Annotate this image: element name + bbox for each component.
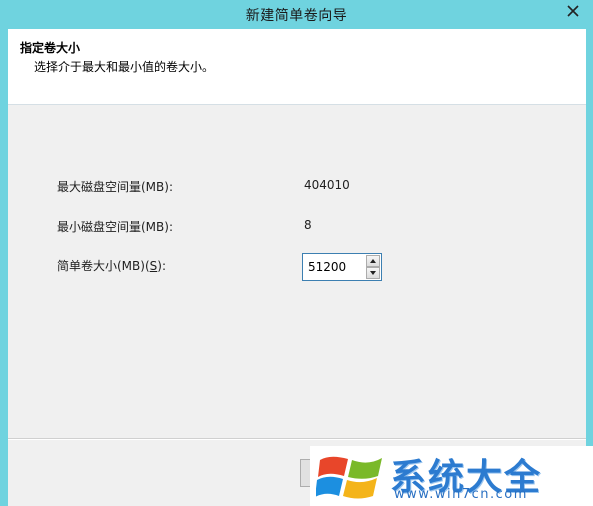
min-size-value: 8 — [304, 218, 312, 232]
windows-flag-icon — [316, 456, 382, 499]
spin-up-icon — [370, 259, 376, 263]
wizard-window: 新建简单卷向导 指定卷大小 选择介于最大和最小值的卷大小。 最大磁盘空间量(MB… — [0, 0, 593, 506]
window-title: 新建简单卷向导 — [245, 8, 348, 24]
volume-size-stepper[interactable] — [302, 253, 382, 281]
max-size-label: 最大磁盘空间量(MB): — [57, 180, 173, 194]
page-subtitle: 选择介于最大和最小值的卷大小。 — [34, 60, 215, 74]
volume-size-input[interactable] — [303, 254, 365, 280]
spin-down-icon — [370, 271, 376, 275]
wizard-client-area: 指定卷大小 选择介于最大和最小值的卷大小。 最大磁盘空间量(MB): 40401… — [8, 29, 586, 506]
min-size-label: 最小磁盘空间量(MB): — [57, 220, 173, 234]
close-icon — [567, 5, 579, 17]
footer-divider-highlight — [8, 439, 586, 440]
volume-size-label-prefix: 简单卷大小(MB)( — [57, 259, 150, 273]
volume-size-label-suffix: ): — [157, 259, 166, 273]
spin-down-button[interactable] — [366, 267, 380, 279]
title-bar[interactable]: 新建简单卷向导 — [0, 0, 593, 29]
header-panel: 指定卷大小 选择介于最大和最小值的卷大小。 — [8, 29, 586, 105]
max-size-value: 404010 — [304, 178, 350, 192]
volume-size-label: 简单卷大小(MB)(S): — [57, 257, 166, 274]
site-watermark: 系统大全 www.win7cn.com — [310, 446, 593, 506]
spin-up-button[interactable] — [366, 255, 380, 267]
close-button[interactable] — [559, 1, 587, 21]
page-title: 指定卷大小 — [20, 41, 81, 55]
watermark-url: www.win7cn.com — [394, 487, 528, 502]
